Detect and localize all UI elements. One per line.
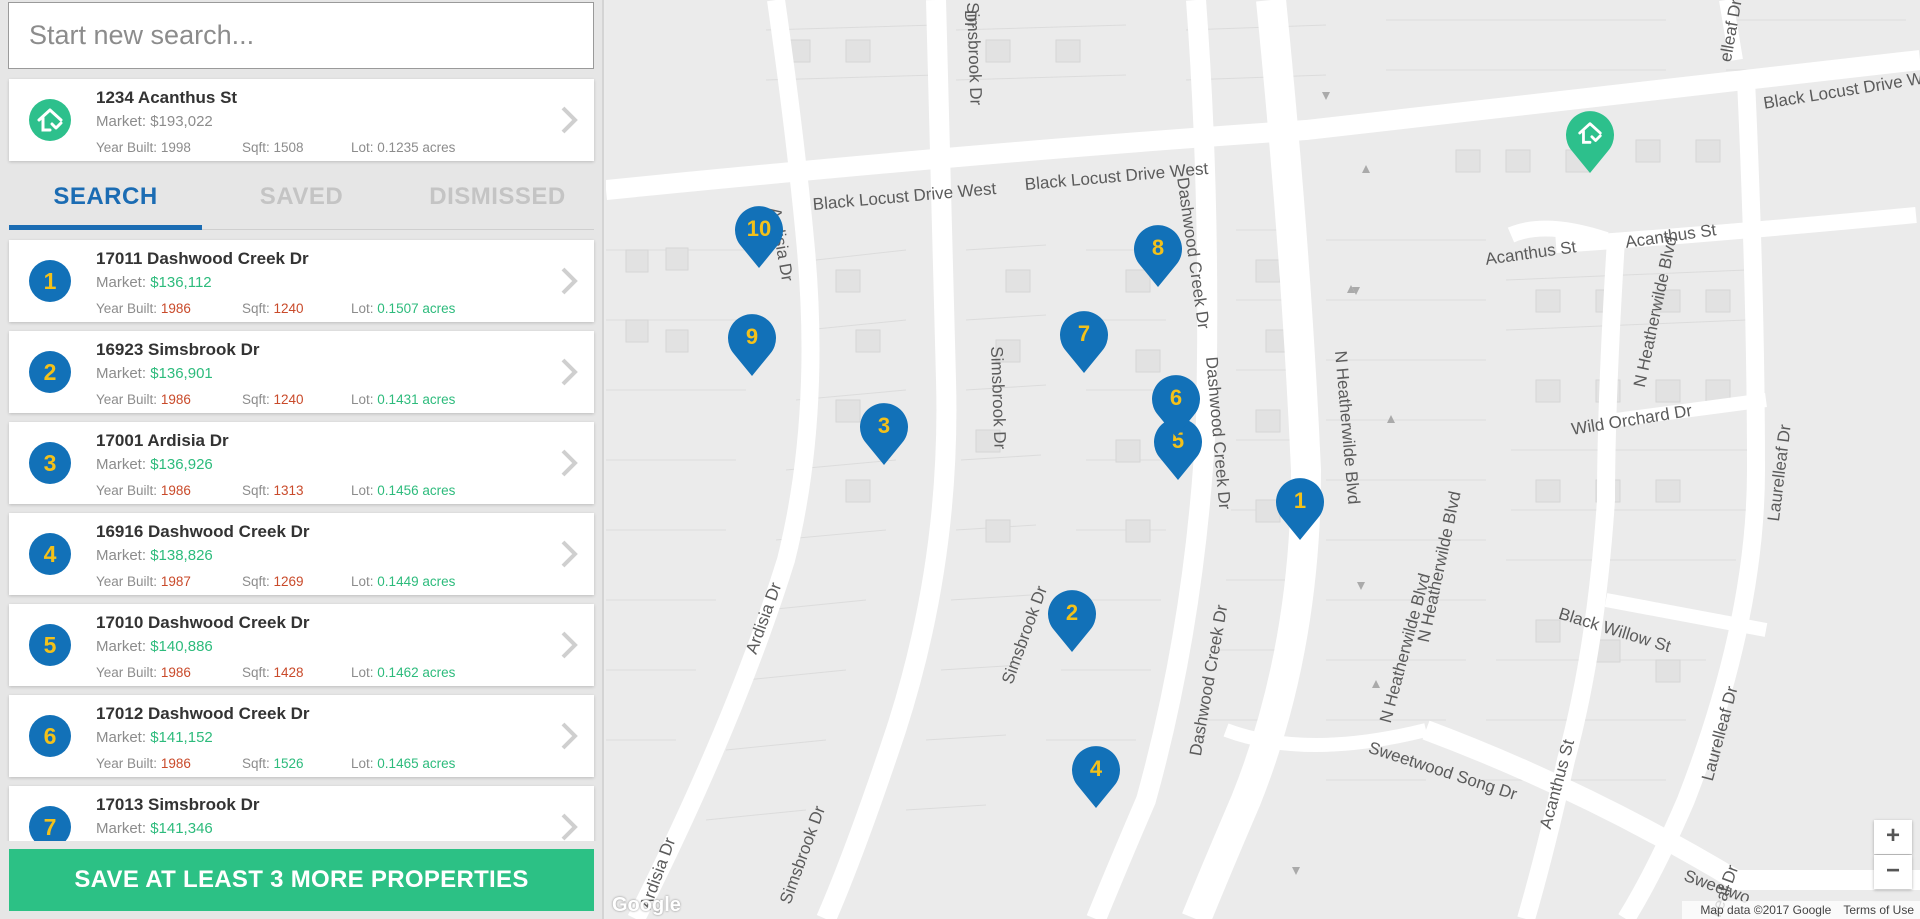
street-label: Dr: [961, 10, 980, 28]
chevron-right-icon: [561, 722, 578, 750]
property-number-badge: 4: [29, 533, 71, 575]
pin-number: 9: [745, 324, 759, 349]
map-pin[interactable]: 2: [1046, 590, 1098, 654]
google-logo: Google: [612, 894, 681, 916]
property-address: 16916 Dashwood Creek Dr: [96, 522, 310, 541]
property-card[interactable]: 7 17013 Simsbrook Dr Market: $141,346: [9, 786, 594, 841]
property-market: Market: $138,826: [96, 547, 213, 564]
zoom-in-button[interactable]: +: [1874, 820, 1912, 854]
street-label: Simsbrook Dr: [987, 346, 1010, 450]
pin-number: 8: [1151, 235, 1165, 260]
map-pin[interactable]: 10: [733, 206, 785, 270]
property-number-badge: 2: [29, 351, 71, 393]
property-number-badge: 7: [29, 806, 71, 841]
zoom-out-button[interactable]: −: [1874, 855, 1912, 889]
pin-number: 6: [1169, 385, 1183, 410]
property-card[interactable]: 5 17010 Dashwood Creek Dr Market: $140,886…: [9, 604, 594, 686]
property-address: 16923 Simsbrook Dr: [96, 340, 260, 359]
property-card[interactable]: 2 16923 Simsbrook Dr Market: $136,901 Year …: [9, 331, 594, 413]
map-pin[interactable]: 6: [1150, 375, 1202, 439]
property-address: 17010 Dashwood Creek Dr: [96, 613, 310, 632]
chevron-right-icon: [561, 813, 578, 841]
chevron-right-icon: [561, 358, 578, 386]
home-pin[interactable]: [1564, 111, 1616, 175]
pin-number: 4: [1089, 756, 1103, 781]
search-box[interactable]: [8, 2, 594, 69]
property-address: 17001 Ardisia Dr: [96, 431, 229, 450]
map[interactable]: Black Locust Drive West Black Locust Driv…: [606, 0, 1920, 919]
property-card[interactable]: 1 17011 Dashwood Creek Dr Market: $136,112…: [9, 240, 594, 322]
house-check-icon: [1578, 122, 1602, 144]
property-number-badge: 5: [29, 624, 71, 666]
tab-bar: SEARCH SAVED DISMISSED: [9, 170, 594, 230]
sidebar: 1234 Acanthus St Market: $193,022 Year B…: [0, 0, 604, 919]
pin-number: 2: [1065, 600, 1079, 625]
property-address: 17013 Simsbrook Dr: [96, 795, 260, 814]
chevron-right-icon: [561, 540, 578, 568]
pin-number: 3: [877, 413, 891, 438]
tab-dismissed[interactable]: DISMISSED: [401, 170, 594, 230]
property-list: 1 17011 Dashwood Creek Dr Market: $136,112…: [0, 236, 604, 841]
property-card[interactable]: 6 17012 Dashwood Creek Dr Market: $141,152…: [9, 695, 594, 777]
pin-number: 7: [1077, 321, 1091, 346]
terms-link[interactable]: Terms of Use: [1843, 903, 1914, 917]
tab-saved[interactable]: SAVED: [205, 170, 398, 230]
chevron-right-icon: [561, 267, 578, 295]
property-market: Market: $141,152: [96, 729, 213, 746]
map-pin[interactable]: 7: [1058, 311, 1110, 375]
property-market: Market: $136,901: [96, 365, 213, 382]
pin-number: 10: [746, 216, 772, 241]
home-property-card[interactable]: 1234 Acanthus St Market: $193,022 Year B…: [9, 79, 594, 161]
home-address: 1234 Acanthus St: [96, 88, 238, 107]
save-more-button[interactable]: SAVE AT LEAST 3 MORE PROPERTIES: [9, 849, 594, 911]
search-input[interactable]: [9, 3, 593, 68]
chevron-right-icon: [561, 449, 578, 477]
property-address: 17012 Dashwood Creek Dr: [96, 704, 310, 723]
pin-number: 1: [1293, 488, 1307, 513]
property-address: 17011 Dashwood Creek Dr: [96, 249, 309, 268]
property-card[interactable]: 4 16916 Dashwood Creek Dr Market: $138,826…: [9, 513, 594, 595]
home-market: Market: $193,022: [96, 113, 213, 130]
property-number-badge: 6: [29, 715, 71, 757]
property-market: Market: $136,112: [96, 274, 212, 291]
map-attribution: Map data ©2017 Google Terms of Use: [1682, 901, 1920, 919]
map-pin[interactable]: 9: [726, 314, 778, 378]
street-network: [606, 0, 1920, 919]
property-card[interactable]: 3 17001 Ardisia Dr Market: $136,926 Year Bu…: [9, 422, 594, 504]
chevron-right-icon: [561, 106, 578, 134]
map-pin[interactable]: 4: [1070, 746, 1122, 810]
property-number-badge: 1: [29, 260, 71, 302]
property-market: Market: $141,346: [96, 820, 213, 837]
property-market: Market: $136,926: [96, 456, 213, 473]
map-pin[interactable]: 8: [1132, 225, 1184, 289]
property-number-badge: 3: [29, 442, 71, 484]
map-pin[interactable]: 3: [858, 403, 910, 467]
house-check-icon: [29, 99, 71, 141]
property-market: Market: $140,886: [96, 638, 213, 655]
chevron-right-icon: [561, 631, 578, 659]
tab-search[interactable]: SEARCH: [9, 170, 202, 230]
map-pin[interactable]: 1: [1274, 478, 1326, 542]
